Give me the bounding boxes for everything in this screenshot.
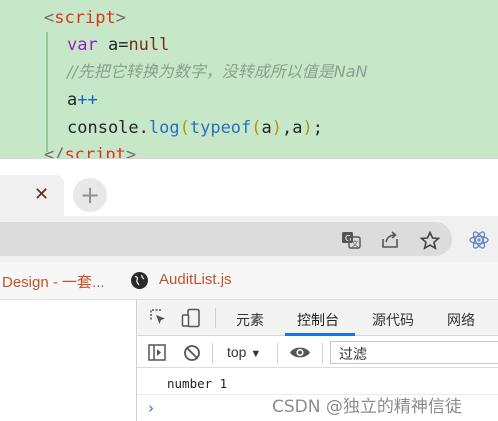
toolbar-divider bbox=[322, 343, 323, 363]
translate-icon[interactable]: G 文 bbox=[340, 230, 362, 250]
tab-sources[interactable]: 源代码 bbox=[372, 310, 414, 330]
live-expression-eye-icon[interactable] bbox=[289, 345, 311, 364]
toolbar-divider bbox=[277, 343, 278, 363]
toolbar-divider bbox=[212, 343, 213, 363]
sidebar-toggle-icon[interactable] bbox=[148, 344, 166, 365]
svg-text:G: G bbox=[345, 234, 351, 243]
tab-elements[interactable]: 元素 bbox=[236, 310, 264, 330]
console-prompt-icon[interactable]: › bbox=[148, 399, 154, 417]
browser-tab[interactable] bbox=[0, 175, 64, 217]
toolbar-divider bbox=[215, 308, 216, 328]
tab-console[interactable]: 控制台 bbox=[297, 310, 339, 330]
code-line-script-close: </script> bbox=[44, 145, 137, 158]
page-content bbox=[0, 300, 136, 421]
plus-icon: + bbox=[79, 181, 101, 209]
active-tab-indicator bbox=[285, 333, 355, 336]
clear-console-icon[interactable] bbox=[183, 344, 201, 366]
filter-placeholder: 过滤 bbox=[339, 347, 367, 363]
code-line-var: var a=null bbox=[67, 35, 170, 55]
console-toolbar: top ▼ 过滤 bbox=[137, 337, 498, 368]
bookmark-auditlist[interactable]: AuditList.js bbox=[159, 271, 232, 288]
close-tab-icon[interactable]: ✕ bbox=[34, 185, 49, 205]
svg-text:文: 文 bbox=[352, 239, 359, 248]
star-icon[interactable] bbox=[419, 230, 441, 250]
extension-icon[interactable] bbox=[468, 230, 490, 250]
context-select[interactable]: top ▼ bbox=[227, 344, 261, 360]
bookmark-design[interactable]: Design - 一套... bbox=[2, 271, 105, 292]
share-icon[interactable] bbox=[379, 230, 401, 250]
new-tab-button[interactable]: + bbox=[73, 178, 107, 212]
context-label: top bbox=[227, 344, 247, 360]
browser-toolbar: G 文 bbox=[0, 216, 498, 262]
inspect-element-icon[interactable] bbox=[149, 309, 167, 331]
console-output-line: number 1 bbox=[167, 376, 228, 391]
code-line-script-open: <script> bbox=[44, 8, 126, 28]
dropdown-arrow-icon: ▼ bbox=[250, 348, 262, 360]
code-line-comment: //先把它转换为数字，没转成所以值是NaN bbox=[67, 62, 368, 81]
bookmarks-bar: Design - 一套... AuditList.js bbox=[0, 262, 498, 300]
code-editor[interactable]: <script> var a=null //先把它转换为数字，没转成所以值是Na… bbox=[0, 0, 498, 158]
device-toolbar-icon[interactable] bbox=[181, 308, 201, 332]
indent-guide bbox=[46, 32, 48, 152]
code-line-console-log: console.log(typeof(a),a); bbox=[67, 118, 324, 138]
filter-input[interactable]: 过滤 bbox=[330, 341, 498, 364]
devtools-tab-bar: 元素 控制台 源代码 网络 bbox=[137, 300, 498, 336]
tab-network[interactable]: 网络 bbox=[447, 310, 475, 330]
code-line-increment: a++ bbox=[67, 90, 98, 110]
watermark: CSDN @独立的精神信徒 bbox=[272, 397, 462, 417]
globe-icon bbox=[131, 272, 148, 289]
